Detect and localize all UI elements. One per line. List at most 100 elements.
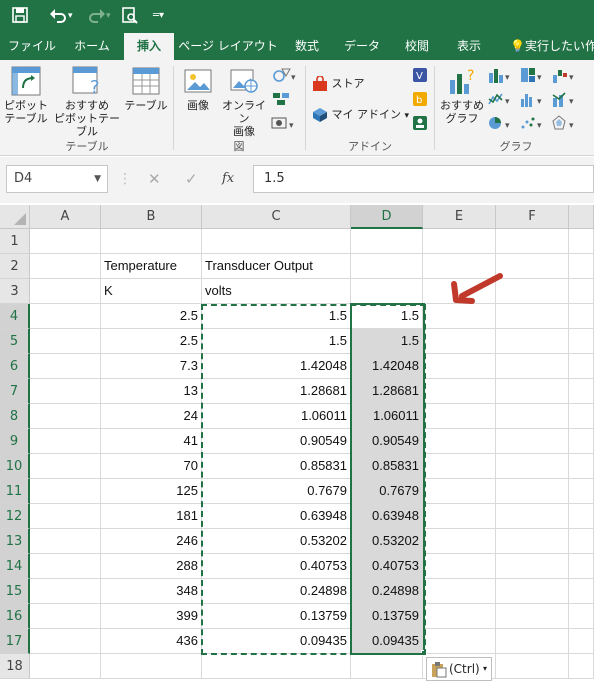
- cell-e5[interactable]: [423, 329, 496, 354]
- cell-e14[interactable]: [423, 554, 496, 579]
- cell-c11[interactable]: 0.7679: [202, 479, 351, 504]
- paste-options-button[interactable]: (Ctrl) ▾: [426, 657, 492, 681]
- cell-b11[interactable]: 125: [101, 479, 202, 504]
- cell-d18[interactable]: [351, 654, 423, 679]
- cell-a15[interactable]: [30, 579, 101, 604]
- cell-g8[interactable]: [569, 404, 594, 429]
- row-header[interactable]: 5: [0, 329, 30, 354]
- formula-input[interactable]: 1.5: [253, 165, 594, 193]
- online-pictures-button[interactable]: オンライン 画像: [220, 66, 268, 138]
- statistic-chart-icon[interactable]: ▾: [520, 91, 546, 110]
- cell-a11[interactable]: [30, 479, 101, 504]
- insert-function-icon[interactable]: fx: [222, 165, 234, 193]
- column-header-e[interactable]: E: [423, 205, 496, 229]
- cell-e10[interactable]: [423, 454, 496, 479]
- cell-f18[interactable]: [496, 654, 569, 679]
- cell-c2[interactable]: Transducer Output: [202, 254, 351, 279]
- cell-e13[interactable]: [423, 529, 496, 554]
- cell-e7[interactable]: [423, 379, 496, 404]
- cell-f3[interactable]: [496, 279, 569, 304]
- cell-b9[interactable]: 41: [101, 429, 202, 454]
- cell-d3[interactable]: [351, 279, 423, 304]
- column-header-f[interactable]: F: [496, 205, 569, 229]
- cell-g1[interactable]: [569, 229, 594, 254]
- cell-g4[interactable]: [569, 304, 594, 329]
- cell-f8[interactable]: [496, 404, 569, 429]
- cell-a5[interactable]: [30, 329, 101, 354]
- row-header[interactable]: 8: [0, 404, 30, 429]
- cell-e1[interactable]: [423, 229, 496, 254]
- cell-f13[interactable]: [496, 529, 569, 554]
- cell-c10[interactable]: 0.85831: [202, 454, 351, 479]
- name-box-dropdown-icon[interactable]: ▼: [94, 166, 101, 192]
- cell-b17[interactable]: 436: [101, 629, 202, 654]
- cell-d1[interactable]: [351, 229, 423, 254]
- cell-g9[interactable]: [569, 429, 594, 454]
- cell-c1[interactable]: [202, 229, 351, 254]
- cell-f9[interactable]: [496, 429, 569, 454]
- cell-c8[interactable]: 1.06011: [202, 404, 351, 429]
- line-chart-icon[interactable]: ▾: [488, 91, 514, 110]
- print-preview-icon[interactable]: [122, 7, 138, 28]
- hierarchy-chart-icon[interactable]: ▾: [520, 67, 546, 86]
- cell-e9[interactable]: [423, 429, 496, 454]
- cell-g12[interactable]: [569, 504, 594, 529]
- cell-e6[interactable]: [423, 354, 496, 379]
- tab-home[interactable]: ホーム: [64, 33, 120, 60]
- smartart-icon[interactable]: [272, 91, 290, 110]
- combo-chart-icon[interactable]: ▾: [552, 91, 578, 110]
- my-addins-button[interactable]: マイ アドイン ▾: [312, 106, 409, 123]
- cell-d16[interactable]: 0.13759: [351, 604, 423, 629]
- scatter-chart-icon[interactable]: ▾: [520, 115, 546, 134]
- row-header[interactable]: 9: [0, 429, 30, 454]
- cell-a10[interactable]: [30, 454, 101, 479]
- cell-g13[interactable]: [569, 529, 594, 554]
- cell-f11[interactable]: [496, 479, 569, 504]
- cell-c6[interactable]: 1.42048: [202, 354, 351, 379]
- cell-c18[interactable]: [202, 654, 351, 679]
- cell-a1[interactable]: [30, 229, 101, 254]
- column-chart-icon[interactable]: ▾: [488, 67, 514, 86]
- undo-dropdown-icon[interactable]: ▾: [68, 7, 73, 25]
- cell-a14[interactable]: [30, 554, 101, 579]
- cell-a16[interactable]: [30, 604, 101, 629]
- row-header[interactable]: 6: [0, 354, 30, 379]
- undo-icon[interactable]: [49, 7, 67, 27]
- cell-d12[interactable]: 0.63948: [351, 504, 423, 529]
- row-header[interactable]: 16: [0, 604, 30, 629]
- cell-d4[interactable]: 1.5: [351, 304, 423, 329]
- cell-f1[interactable]: [496, 229, 569, 254]
- cell-c17[interactable]: 0.09435: [202, 629, 351, 654]
- cell-b13[interactable]: 246: [101, 529, 202, 554]
- cell-b8[interactable]: 24: [101, 404, 202, 429]
- cell-d11[interactable]: 0.7679: [351, 479, 423, 504]
- cell-c16[interactable]: 0.13759: [202, 604, 351, 629]
- column-header-b[interactable]: B: [101, 205, 202, 229]
- row-header[interactable]: 14: [0, 554, 30, 579]
- cell-c12[interactable]: 0.63948: [202, 504, 351, 529]
- tab-review[interactable]: 校閲: [394, 33, 440, 60]
- cell-f15[interactable]: [496, 579, 569, 604]
- cell-d6[interactable]: 1.42048: [351, 354, 423, 379]
- visio-icon[interactable]: V: [412, 67, 428, 86]
- name-box[interactable]: D4 ▼: [6, 165, 108, 193]
- cell-c5[interactable]: 1.5: [202, 329, 351, 354]
- cell-g2[interactable]: [569, 254, 594, 279]
- cell-f5[interactable]: [496, 329, 569, 354]
- cell-g7[interactable]: [569, 379, 594, 404]
- cell-e15[interactable]: [423, 579, 496, 604]
- tell-me-search[interactable]: 💡実行したい作: [510, 33, 594, 60]
- cell-b3[interactable]: K: [101, 279, 202, 304]
- fill-handle[interactable]: [421, 650, 427, 656]
- cell-g3[interactable]: [569, 279, 594, 304]
- cell-c9[interactable]: 0.90549: [202, 429, 351, 454]
- cell-c14[interactable]: 0.40753: [202, 554, 351, 579]
- cell-f2[interactable]: [496, 254, 569, 279]
- cell-a7[interactable]: [30, 379, 101, 404]
- cell-g15[interactable]: [569, 579, 594, 604]
- cell-e8[interactable]: [423, 404, 496, 429]
- cell-d17[interactable]: 0.09435: [351, 629, 423, 654]
- recommended-charts-button[interactable]: ? おすすめ グラフ: [438, 66, 486, 125]
- cell-d2[interactable]: [351, 254, 423, 279]
- cell-a8[interactable]: [30, 404, 101, 429]
